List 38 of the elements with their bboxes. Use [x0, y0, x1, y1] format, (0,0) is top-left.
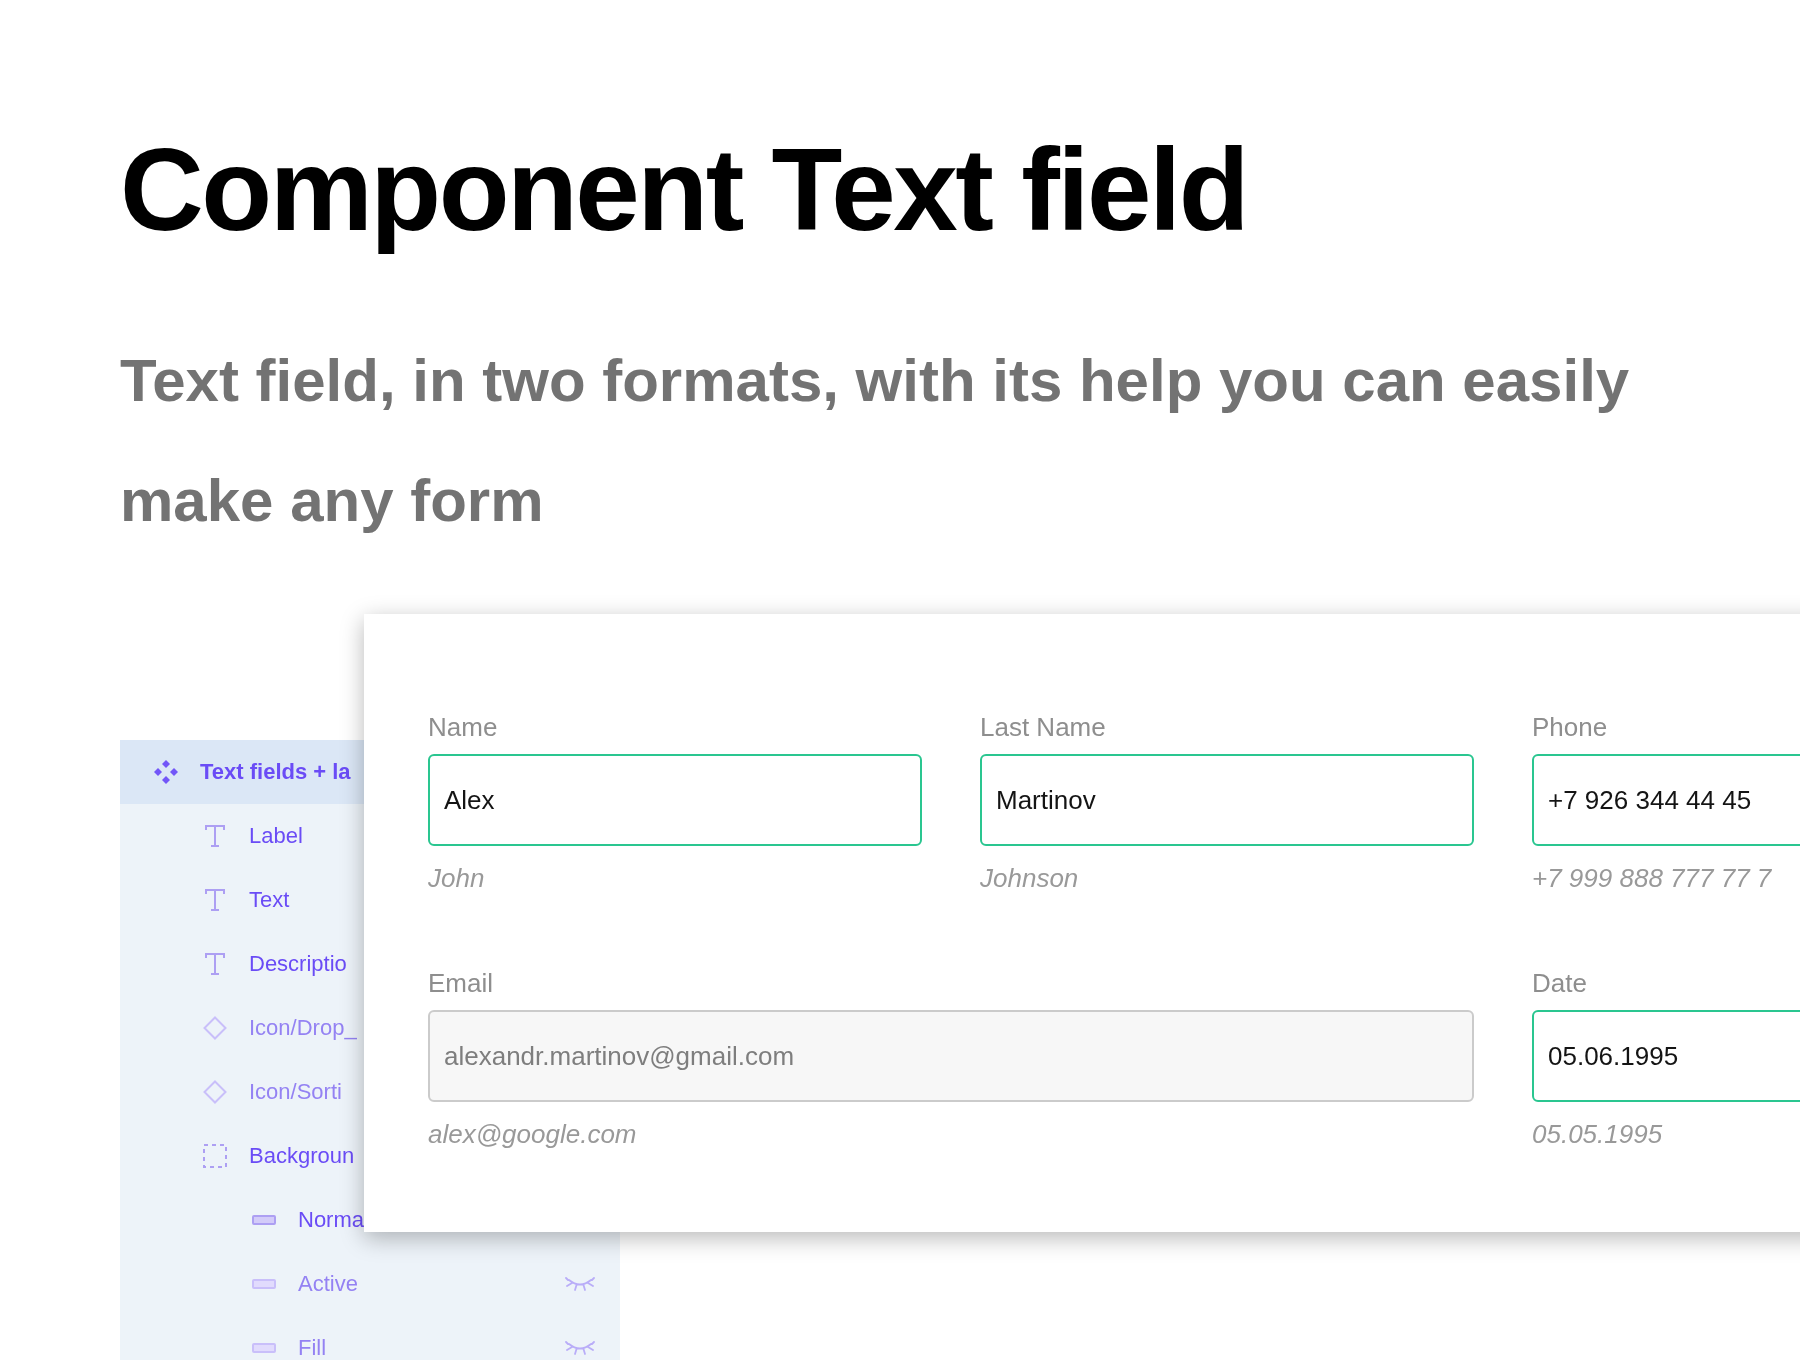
eye-closed-icon	[565, 1277, 595, 1292]
layer-row[interactable]: Text	[120, 868, 364, 933]
field-label: Date	[1532, 968, 1587, 999]
layer-row[interactable]: Label	[120, 804, 364, 869]
layer-row[interactable]: Icon/Drop_	[120, 996, 364, 1061]
layer-row[interactable]: Icon/Sorti	[120, 1060, 364, 1125]
layer-row[interactable]: Active	[120, 1252, 364, 1317]
rectangle-icon	[252, 1279, 276, 1290]
input-field[interactable]: Alex	[428, 754, 922, 847]
layer-row[interactable]: Fill	[120, 1316, 364, 1360]
page-subtitle: Text field, in two formats, with its help you can easily make any form	[120, 347, 1630, 535]
diamond-icon	[203, 1080, 227, 1105]
field-label: Name	[428, 712, 498, 743]
rectangle-icon	[252, 1215, 276, 1226]
helper-text: +7 999 888 777 77 7	[1532, 863, 1772, 894]
diamond-icon	[203, 1016, 227, 1041]
field-label: Last Name	[980, 712, 1106, 743]
dashed-square-icon	[203, 1144, 227, 1169]
text-type-icon	[203, 952, 227, 977]
layer-row[interactable]: Descriptio	[120, 932, 364, 997]
text-type-icon	[203, 888, 227, 913]
field-label: Email	[428, 968, 493, 999]
input-field[interactable]: +7 926 344 44 45	[1532, 754, 1800, 847]
rectangle-icon	[252, 1343, 276, 1354]
input-field[interactable]: Martinov	[980, 754, 1474, 847]
layer-row[interactable]: Norma	[120, 1188, 364, 1253]
input-field[interactable]: 05.06.1995	[1532, 1010, 1800, 1103]
layer-row[interactable]: Backgroun	[120, 1124, 364, 1189]
text-type-icon	[203, 824, 227, 849]
helper-text: Johnson	[980, 863, 1079, 894]
helper-text: 05.05.1995	[1532, 1119, 1663, 1150]
layer-row[interactable]: Text fields + la	[120, 740, 364, 805]
eye-closed-icon	[565, 1341, 595, 1356]
component-icon	[154, 760, 178, 785]
helper-text: John	[428, 863, 485, 894]
page-title: Component Text field	[120, 124, 1249, 257]
field-label: Phone	[1532, 712, 1608, 743]
helper-text: alex@google.com	[428, 1119, 637, 1150]
